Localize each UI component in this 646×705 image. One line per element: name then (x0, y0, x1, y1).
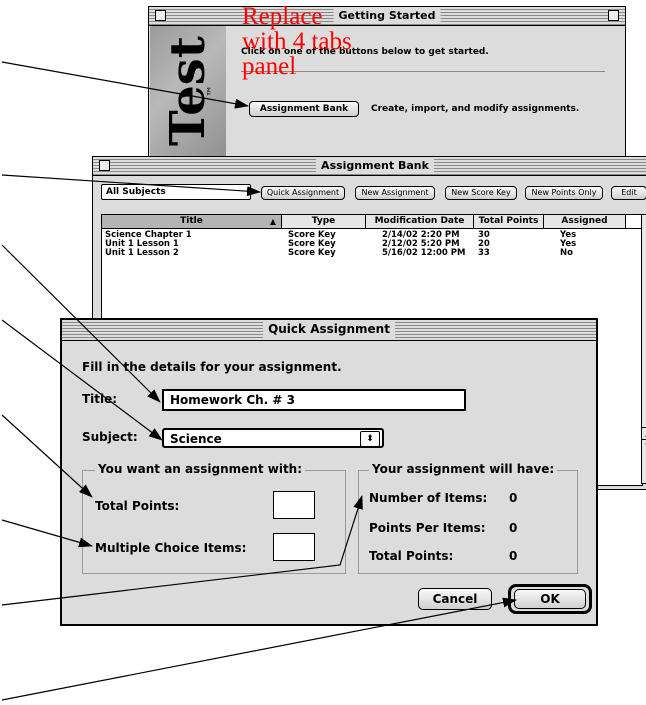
subject-filter-select[interactable]: All Subjects (101, 184, 251, 200)
new-assignment-button[interactable]: New Assignment (355, 186, 435, 200)
scroll-down-arrow-icon[interactable]: ▼ (642, 439, 646, 452)
quick-assignment-dialog: Quick Assignment Fill in the details for… (60, 318, 598, 626)
title-input[interactable]: Homework Ch. # 3 (162, 389, 466, 411)
title-input-value: Homework Ch. # 3 (170, 393, 296, 407)
total-points-input[interactable] (273, 491, 315, 519)
assignment-input-group-legend: You want an assignment with: (95, 462, 306, 476)
zoom-box-icon[interactable] (608, 10, 619, 21)
assignment-input-group: You want an assignment with: Total Point… (82, 462, 346, 574)
annotation-note: Replace with 4 tabs panel (242, 3, 352, 80)
close-box-icon[interactable] (99, 160, 110, 171)
logo-panel: Test ™ (150, 26, 226, 166)
summary-total-points-value: 0 (509, 549, 518, 563)
summary-total-points-label: Total Points: (369, 549, 454, 563)
number-of-items-value: 0 (509, 491, 518, 505)
title-label: Title: (82, 392, 118, 406)
column-header-title[interactable]: Title ▲ (102, 215, 282, 228)
assignment-bank-title: Assignment Bank (316, 158, 434, 173)
subject-select[interactable]: Science ⬍ (162, 428, 384, 448)
points-per-items-value: 0 (509, 521, 518, 535)
table-row[interactable]: Unit 1 Lesson 2 Score Key 5/16/02 12:00 … (102, 248, 642, 258)
getting-started-titlebar[interactable]: Getting Started (149, 7, 625, 26)
assignment-bank-titlebar[interactable]: Assignment Bank (93, 157, 646, 176)
table-row[interactable]: Unit 1 Lesson 1 Score Key 2/12/02 5:20 P… (102, 239, 642, 249)
column-header-total-points[interactable]: Total Points (474, 215, 544, 228)
sort-ascending-icon: ▲ (269, 217, 276, 226)
new-score-key-button[interactable]: New Score Key (445, 186, 517, 200)
quick-assignment-intro: Fill in the details for your assignment. (82, 360, 342, 374)
assignment-summary-group: Your assignment will have: Number of Ite… (358, 462, 578, 574)
getting-started-window: Getting Started Test ™ Click on one of t… (148, 6, 626, 166)
ok-button[interactable]: OK (514, 589, 586, 609)
cancel-button[interactable]: Cancel (418, 588, 492, 610)
assignment-bank-button[interactable]: Assignment Bank (249, 101, 359, 117)
column-header-modification-date[interactable]: Modification Date (366, 215, 474, 228)
subject-select-value: Science (170, 432, 222, 446)
assignment-bank-description: Create, import, and modify assignments. (371, 104, 580, 114)
quick-assignment-button[interactable]: Quick Assignment (261, 186, 345, 200)
column-header-assigned[interactable]: Assigned (544, 215, 626, 228)
subject-filter-value: All Subjects (106, 187, 166, 197)
table-row[interactable]: Science Chapter 1 Score Key 2/14/02 2:20… (102, 230, 642, 240)
quick-assignment-title: Quick Assignment (263, 321, 395, 338)
number-of-items-label: Number of Items: (369, 491, 488, 505)
assignment-summary-group-legend: Your assignment will have: (369, 462, 558, 476)
new-points-only-button[interactable]: New Points Only (525, 186, 603, 200)
close-box-icon[interactable] (155, 10, 166, 21)
edit-button[interactable]: Edit (611, 186, 646, 200)
multiple-choice-items-input[interactable] (273, 533, 315, 561)
table-header-line (102, 228, 642, 229)
subject-label: Subject: (82, 430, 138, 444)
total-points-label: Total Points: (95, 499, 180, 513)
stepper-arrows-icon: ⬍ (360, 431, 380, 447)
points-per-items-label: Points Per Items: (369, 521, 486, 535)
logo-trademark: ™ (205, 85, 219, 97)
vertical-scrollbar[interactable]: ▲ ▼ (641, 214, 646, 484)
multiple-choice-items-label: Multiple Choice Items: (95, 541, 247, 555)
quick-assignment-titlebar[interactable]: Quick Assignment (62, 320, 596, 341)
column-header-type[interactable]: Type (282, 215, 366, 228)
